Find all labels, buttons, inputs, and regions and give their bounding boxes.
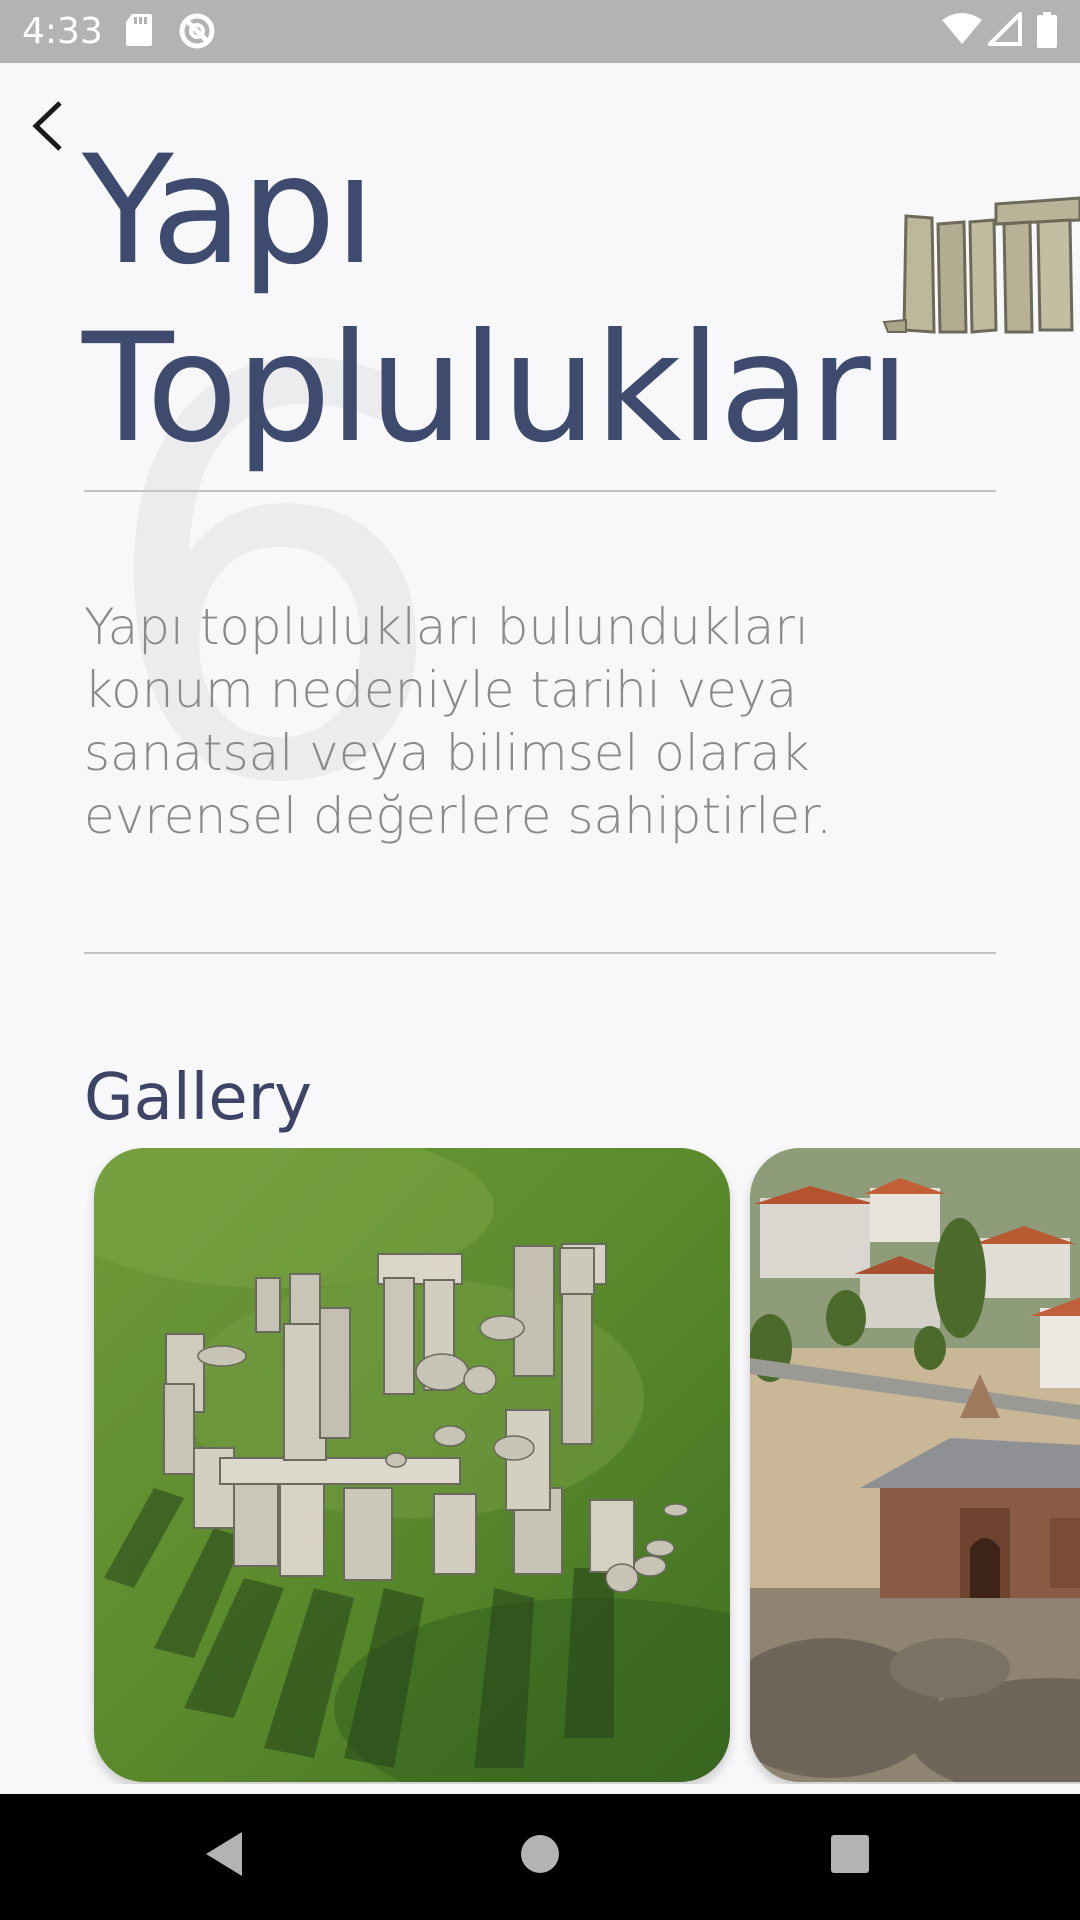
chevron-left-icon bbox=[32, 101, 62, 151]
status-time: 4:33 bbox=[22, 11, 103, 52]
stonehenge-icon bbox=[882, 196, 1080, 334]
status-bar: 4:33 bbox=[0, 0, 1080, 63]
back-button[interactable] bbox=[20, 96, 76, 156]
back-triangle-icon[interactable] bbox=[204, 1830, 244, 1878]
description-divider bbox=[84, 952, 996, 954]
gallery-heading: Gallery bbox=[84, 1061, 312, 1135]
battery-icon bbox=[1037, 12, 1057, 48]
stonehenge-aerial-photo bbox=[94, 1148, 730, 1782]
title-line-1: Yapı bbox=[82, 124, 376, 298]
navigation-bar bbox=[0, 1794, 1080, 1920]
title-divider bbox=[84, 490, 996, 492]
wifi-icon bbox=[942, 13, 982, 44]
gallery-item[interactable] bbox=[94, 1148, 730, 1782]
title-line-2: Toplulukları bbox=[82, 302, 910, 476]
recents-square-icon[interactable] bbox=[830, 1830, 870, 1878]
gallery-item[interactable] bbox=[750, 1148, 1080, 1782]
signal-icon bbox=[988, 12, 1022, 46]
sd-card-icon bbox=[126, 14, 152, 46]
home-circle-icon[interactable] bbox=[520, 1830, 560, 1878]
page-title: Yapı Toplulukları bbox=[82, 122, 982, 478]
gallery-carousel[interactable] bbox=[0, 1148, 1080, 1784]
sync-icon bbox=[179, 13, 215, 49]
description-text: Yapı toplulukları bulundukları konum ned… bbox=[84, 598, 833, 845]
historic-town-mosque-photo bbox=[750, 1148, 1080, 1782]
